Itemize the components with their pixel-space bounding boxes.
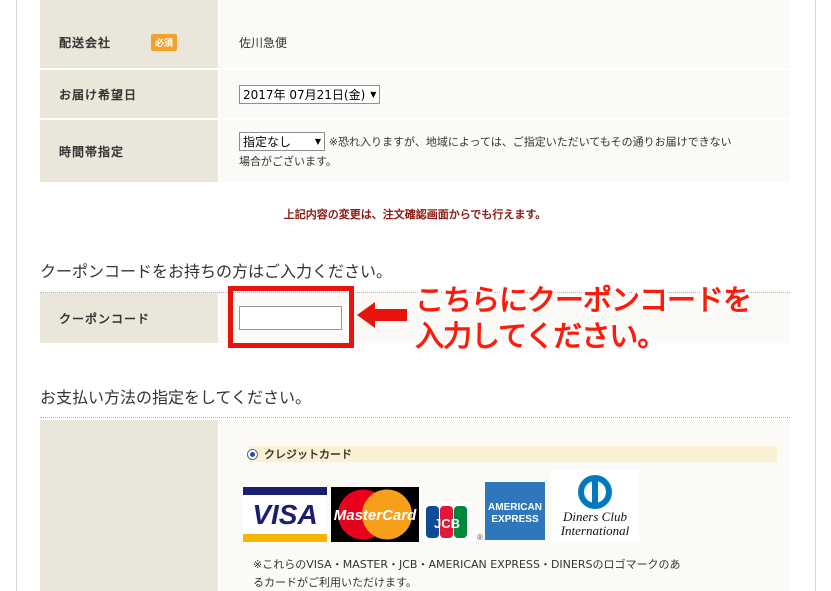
shipping-carrier-label: 配送会社 [59,35,112,50]
chevron-down-icon: ▼ [370,89,377,99]
shipping-carrier-cell: 佐川急便 [219,0,790,68]
delivery-date-row: お届け希望日 2017年 07月21日(金) ▼ [40,70,790,118]
time-slot-note-2: 場合がございます。 [239,154,337,168]
payment-row: クレジットカード VISA MasterCard JCB ® AMERICAN … [40,420,790,591]
amex-logo-text-1: AMERICAN [488,502,542,513]
diners-club-logo: Diners Club International [551,470,639,542]
required-badge: 必須 [151,33,178,51]
shipping-carrier-header: 配送会社 必須 [40,0,219,68]
delivery-date-header: お届け希望日 [40,70,219,118]
payment-cell: クレジットカード VISA MasterCard JCB ® AMERICAN … [219,420,790,591]
time-slot-label: 時間帯指定 [59,144,125,159]
jcb-logo: JCB [423,502,471,542]
coupon-header: クーポンコード [40,293,219,343]
card-note-line-1: ※これらのVISA・MASTER・JCB・AMERICAN EXPRESS・DI… [253,558,681,571]
payment-header [40,420,219,591]
time-slot-selected: 指定なし [243,134,292,149]
american-express-logo: ® AMERICAN EXPRESS [477,482,545,542]
coupon-highlight-box [228,286,354,348]
mastercard-logo: MasterCard [331,487,419,542]
card-logos: VISA MasterCard JCB ® AMERICAN EXPRESS D… [243,470,643,542]
arrow-left-icon [357,302,407,328]
credit-card-radio[interactable] [247,448,258,460]
card-note-line-2: るカードがご利用いただけます。 [253,576,417,589]
diners-logo-text-2: International [560,523,630,538]
credit-card-option[interactable]: クレジットカード [247,446,777,462]
coupon-label: クーポンコード [59,311,151,326]
coupon-callout-line-1: こちらにクーポンコードを [415,283,752,317]
time-slot-row: 時間帯指定 指定なし ▼ ※恐れ入りますが、地域によっては、ご指定いただいてもそ… [40,120,790,182]
payment-divider [40,417,790,418]
jcb-logo-text: JCB [434,516,460,531]
coupon-section-title: クーポンコードをお持ちの方はご入力ください。 [40,262,393,281]
visa-logo-text: VISA [252,499,317,530]
shipping-carrier-row: 配送会社 必須 佐川急便 [40,0,790,68]
delivery-date-label: お届け希望日 [59,87,138,102]
amex-logo-text-2: EXPRESS [491,514,539,525]
time-slot-note-1: ※恐れ入りますが、地域によっては、ご指定いただいてもその通りお届けできない [328,135,732,149]
time-slot-header: 時間帯指定 [40,120,219,182]
coupon-callout: こちらにクーポンコードを 入力してください。 [415,282,752,354]
chevron-down-icon: ▼ [314,136,321,146]
credit-card-label: クレジットカード [264,448,352,461]
mastercard-logo-text: MasterCard [334,507,417,524]
card-note: ※これらのVISA・MASTER・JCB・AMERICAN EXPRESS・DI… [253,556,680,591]
time-slot-select[interactable]: 指定なし ▼ [239,132,325,151]
time-slot-cell: 指定なし ▼ ※恐れ入りますが、地域によっては、ご指定いただいてもその通りお届け… [219,120,790,182]
diners-logo-text-1: Diners Club [562,509,627,524]
registered-mark: ® [477,533,483,542]
coupon-callout-line-2: 入力してください。 [415,319,666,353]
delivery-date-cell: 2017年 07月21日(金) ▼ [219,70,790,118]
change-note: 上記内容の変更は、注文確認画面からでも行えます。 [283,208,547,221]
visa-logo: VISA [243,487,327,542]
delivery-date-select[interactable]: 2017年 07月21日(金) ▼ [239,84,381,104]
delivery-date-selected: 2017年 07月21日(金) [243,87,366,102]
payment-section-title: お支払い方法の指定をしてください。 [40,388,312,407]
shipping-carrier-value: 佐川急便 [239,35,288,50]
